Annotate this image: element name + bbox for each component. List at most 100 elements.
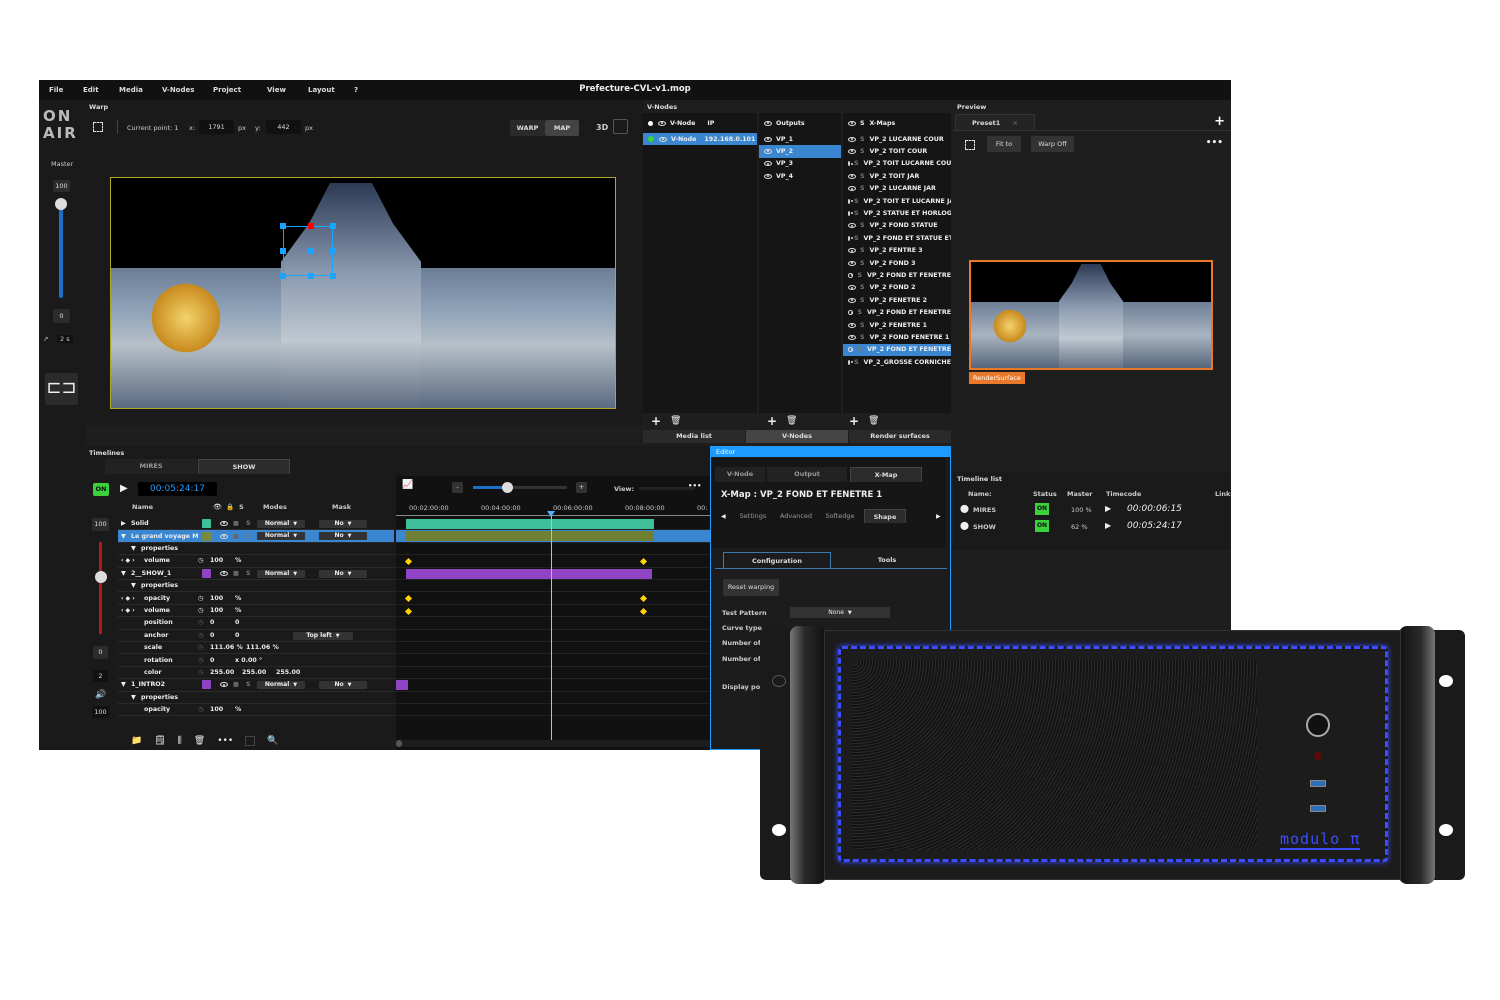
warp-point[interactable] bbox=[330, 223, 336, 229]
volume-value[interactable]: 100 bbox=[92, 706, 109, 718]
xmap-row[interactable]: S VP_2 FOND 3 bbox=[843, 257, 951, 269]
expand-arrow-icon[interactable]: ▼ bbox=[131, 545, 141, 552]
curve-icon[interactable]: 📈 bbox=[402, 480, 413, 490]
layer-row[interactable]: ▼Le grand voyage M ■ S Normal No bbox=[118, 530, 394, 543]
reset-warping-button[interactable]: Reset warping bbox=[723, 579, 779, 596]
solo-toggle[interactable]: S bbox=[860, 260, 865, 267]
track-row[interactable] bbox=[396, 530, 710, 543]
eye-icon[interactable] bbox=[848, 335, 856, 341]
property-value-1[interactable]: 111.06 % bbox=[210, 644, 243, 651]
stopwatch-icon[interactable]: ◷ bbox=[198, 557, 204, 564]
property-value-1[interactable]: 100 bbox=[210, 706, 223, 713]
warp-point[interactable] bbox=[308, 273, 314, 279]
solo-toggle[interactable]: S bbox=[860, 322, 865, 329]
solo-toggle[interactable]: S bbox=[854, 160, 859, 167]
eye-icon[interactable] bbox=[848, 235, 853, 241]
track-row[interactable] bbox=[396, 592, 710, 605]
layer-row[interactable]: ▼2__SHOW_1 ■ S Normal No bbox=[118, 568, 394, 580]
play-icon[interactable]: ▶ bbox=[1105, 521, 1111, 530]
tab-output[interactable]: Output bbox=[767, 467, 847, 482]
property-value-1[interactable]: 100 bbox=[210, 557, 223, 564]
xmap-row[interactable]: S VP_2 TOIT LUCARNE COUR bbox=[843, 158, 951, 170]
track-row[interactable] bbox=[396, 630, 710, 642]
focus-icon[interactable] bbox=[93, 122, 103, 132]
solo-toggle[interactable]: S bbox=[860, 136, 865, 143]
tab-configuration[interactable]: Configuration bbox=[723, 552, 831, 568]
stopwatch-icon[interactable]: ◷ bbox=[198, 669, 204, 676]
location-pin-icon[interactable]: ⬤ bbox=[960, 504, 969, 513]
xmap-row[interactable]: S VP_2 FENETRE 2 bbox=[843, 294, 951, 306]
eye-icon[interactable] bbox=[659, 136, 667, 142]
playhead[interactable] bbox=[551, 514, 552, 740]
clip-bar[interactable] bbox=[396, 680, 408, 691]
add-vnode-icon[interactable]: + bbox=[767, 414, 777, 428]
output-row[interactable]: VP_2 bbox=[759, 145, 841, 158]
solo-toggle[interactable]: S bbox=[860, 334, 865, 341]
vnode-row[interactable]: V-Node 192.168.0.101 bbox=[643, 133, 757, 146]
add-media-icon[interactable]: + bbox=[651, 414, 661, 428]
stopwatch-icon[interactable]: ◷ bbox=[198, 632, 204, 639]
xmap-row[interactable]: S VP_2 FOND ET FENETRE bbox=[843, 269, 951, 281]
warp-point[interactable] bbox=[280, 273, 286, 279]
solo-toggle[interactable]: S bbox=[860, 173, 865, 180]
play-icon[interactable]: ▶ bbox=[120, 483, 128, 494]
xmap-row[interactable]: S VP_2 TOIT ET LUCARNE JAR bbox=[843, 195, 951, 207]
fit-to-button[interactable]: Fit to bbox=[987, 136, 1021, 152]
close-tab-icon[interactable]: × bbox=[1013, 119, 1018, 127]
warp-point[interactable] bbox=[330, 273, 336, 279]
output-row[interactable]: VP_3 bbox=[759, 158, 841, 170]
solo-toggle[interactable]: S bbox=[860, 222, 865, 229]
tab-show[interactable]: SHOW bbox=[198, 459, 290, 474]
eye-icon[interactable] bbox=[220, 570, 228, 576]
solo-toggle[interactable]: S bbox=[246, 681, 251, 688]
warp-off-button[interactable]: Warp Off bbox=[1031, 136, 1074, 152]
speaker-icon[interactable]: 🔊 bbox=[95, 690, 106, 700]
warp-point[interactable] bbox=[330, 248, 336, 254]
render-surface-preview[interactable] bbox=[969, 260, 1213, 370]
keyframe-nav-icon[interactable]: ‹ ◆ › bbox=[121, 595, 135, 602]
clip-bar[interactable] bbox=[406, 531, 654, 542]
eye-icon[interactable] bbox=[848, 260, 856, 266]
volume-slider-track[interactable] bbox=[99, 542, 102, 634]
track-row[interactable] bbox=[396, 617, 710, 630]
property-value-1[interactable]: 255.00 bbox=[210, 669, 234, 676]
lock-icon[interactable]: ■ bbox=[233, 681, 239, 688]
note-icon[interactable]: 🗒 bbox=[154, 736, 165, 746]
layer-color-chip[interactable] bbox=[202, 531, 211, 541]
y-input[interactable]: 442 bbox=[266, 120, 301, 134]
stopwatch-icon[interactable]: ◷ bbox=[198, 619, 204, 626]
solo-toggle[interactable]: S bbox=[854, 359, 859, 366]
warp-point-selected[interactable] bbox=[308, 223, 314, 229]
layer-row[interactable]: ▼1_INTRO2 ■ S Normal No bbox=[118, 679, 394, 692]
track-row[interactable] bbox=[396, 518, 710, 531]
eye-icon[interactable] bbox=[848, 297, 856, 303]
eye-icon[interactable] bbox=[848, 273, 854, 279]
solo-toggle[interactable]: S bbox=[857, 309, 862, 316]
track-row[interactable] bbox=[396, 704, 710, 717]
tab-media-list[interactable]: Media list bbox=[643, 430, 745, 443]
stopwatch-icon[interactable]: ◷ bbox=[198, 607, 204, 614]
xmap-row[interactable]: S VP_2 TOIT COUR bbox=[843, 145, 951, 157]
mask-select[interactable]: No bbox=[319, 532, 367, 541]
tab-vnode[interactable]: V-Node bbox=[715, 467, 765, 482]
status-on-toggle[interactable]: ON bbox=[1035, 520, 1049, 532]
warp-point[interactable] bbox=[280, 248, 286, 254]
property-value-2[interactable]: 0 bbox=[235, 632, 239, 639]
keyframe[interactable] bbox=[639, 607, 648, 615]
scroll-left-icon[interactable]: ◀ bbox=[721, 513, 726, 520]
xmap-row[interactable]: S VP_2 LUCARNE COUR bbox=[843, 133, 951, 145]
eye-icon[interactable] bbox=[848, 347, 854, 353]
xmap-row[interactable]: S VP_2 FOND ET STATUE ET bbox=[843, 232, 951, 244]
eye-icon[interactable] bbox=[848, 186, 856, 192]
track-row[interactable] bbox=[396, 679, 710, 692]
layer-color-chip[interactable] bbox=[202, 568, 211, 578]
scroll-right-icon[interactable]: ▶ bbox=[936, 513, 941, 520]
stopwatch-icon[interactable]: ◷ bbox=[198, 644, 204, 651]
property-value-2[interactable]: % bbox=[235, 557, 241, 564]
eye-icon[interactable] bbox=[848, 310, 854, 316]
add-preset-icon[interactable]: + bbox=[1214, 114, 1225, 129]
zoom-out-button[interactable]: - bbox=[452, 482, 463, 493]
more-icon[interactable]: ••• bbox=[1206, 138, 1223, 148]
warp-point[interactable] bbox=[280, 223, 286, 229]
stopwatch-icon[interactable]: ◷ bbox=[198, 706, 204, 713]
